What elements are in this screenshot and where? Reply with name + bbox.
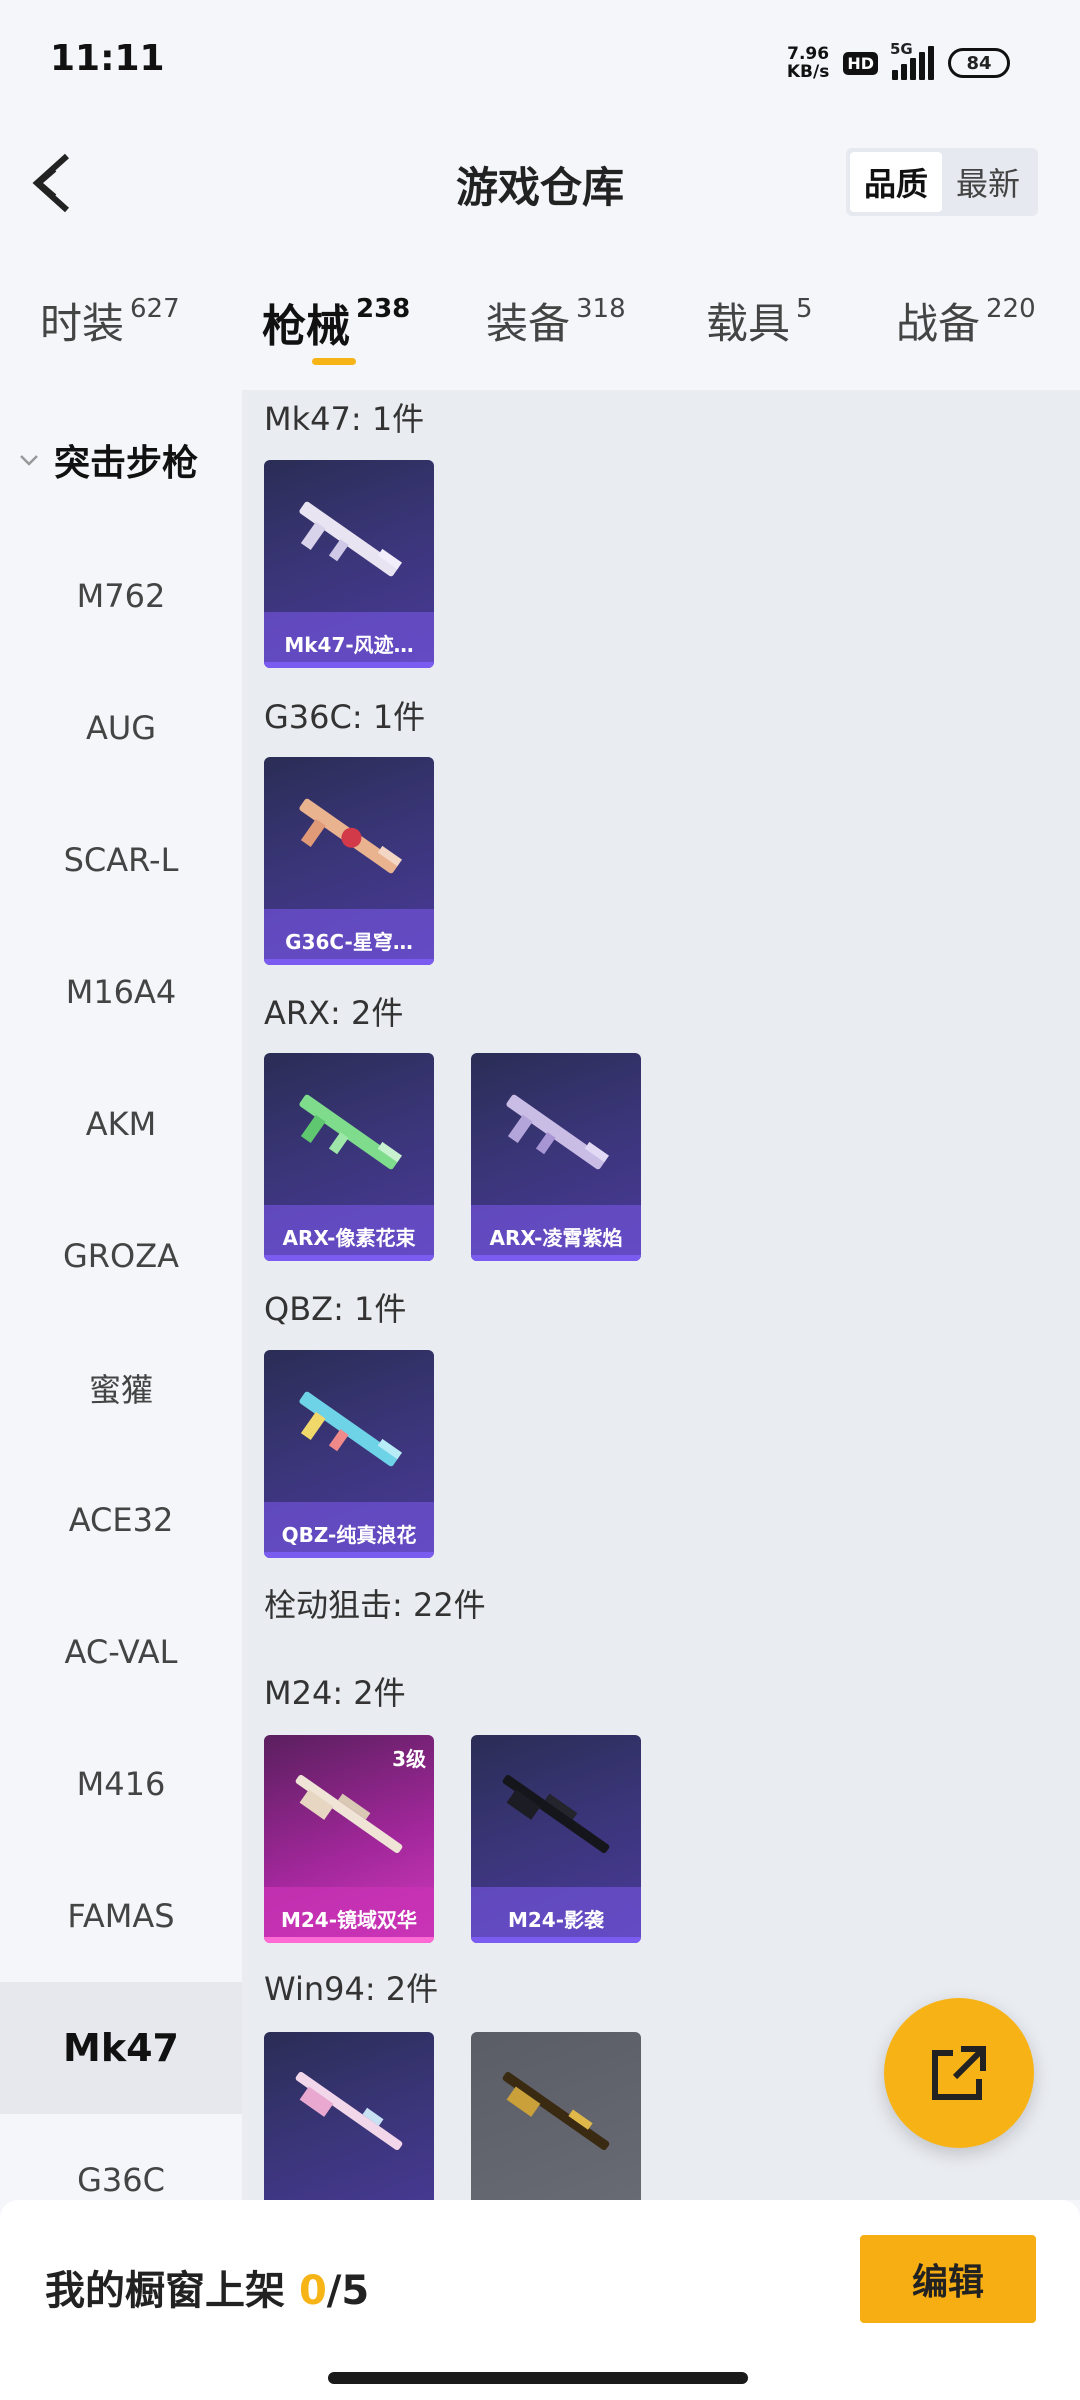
sidebar-group-label: 突击步枪 [54,443,199,484]
active-tab-indicator [312,358,356,365]
tab-count: 238 [356,294,411,324]
showcase-total: /5 [326,2268,370,2314]
weapon-type-sidebar: 突击步枪 M762 AUG SCAR-L M16A4 AKM GROZA 蜜獾 … [0,390,242,2200]
header: 游戏仓库 品质 最新 [0,130,1080,230]
weapon-skin-list: Mk47: 1件 Mk47-风迹… G36C: 1件 G36C-星穹… ARX:… [242,390,1080,2200]
card-name: M24-影袭 [507,1908,605,1932]
sort-latest-button[interactable]: 最新 [942,152,1034,212]
tab-count: 5 [796,294,813,324]
section-title-win94: Win94: 2件 [264,1970,439,2008]
weapon-card[interactable]: ARX-像素花束 [264,1053,434,1261]
sidebar-item-honey-badger[interactable]: 蜜獾 [0,1322,242,1454]
status-time: 11:11 [50,38,165,79]
rifle-icon [299,798,403,874]
sidebar-item-m762[interactable]: M762 [0,530,242,662]
rifle-icon [299,1391,403,1467]
sort-toggle: 品质 最新 [846,148,1038,216]
tab-label: 战备 [896,299,981,348]
tab-label: 枪械 [262,301,350,352]
net-speed-unit: KB/s [786,62,830,82]
sidebar-item-ace32[interactable]: ACE32 [0,1454,242,1586]
section-title-mk47: Mk47: 1件 [264,400,425,438]
weapon-card[interactable]: 3级 M24-镜域双华 [264,1735,434,1943]
edit-button[interactable]: 编辑 [860,2235,1036,2323]
sidebar-item-famas[interactable]: FAMAS [0,1850,242,1982]
weapon-card[interactable]: M24-影袭 [471,1735,641,1943]
sniper-rifle-icon [295,1774,403,1854]
rifle-icon [506,1094,610,1170]
rifle-icon [295,2071,403,2151]
tab-fashion[interactable]: 时装 627 [40,290,180,351]
sidebar-item-akm[interactable]: AKM [0,1058,242,1190]
status-bar: 11:11 7.96 KB/s HD 5G 84 [0,0,1080,120]
sidebar-item-ac-val[interactable]: AC-VAL [0,1586,242,1718]
signal-icon: 5G [890,40,934,80]
tab-equipment[interactable]: 装备 318 [486,290,626,351]
weapon-card[interactable] [471,2032,641,2200]
sidebar-item-m416[interactable]: M416 [0,1718,242,1850]
tab-supplies[interactable]: 战备 220 [896,290,1036,351]
battery-icon: 84 [948,48,1010,78]
weapon-card[interactable] [264,2032,434,2200]
card-name: M24-镜域双华 [280,1908,418,1932]
sidebar-item-g36c[interactable]: G36C [0,2114,242,2200]
chevron-down-icon [20,455,38,466]
tab-label: 装备 [486,299,571,348]
sidebar-group-assault-rifle[interactable]: 突击步枪 [0,390,242,530]
sidebar-item-mk47[interactable]: Mk47 [0,1982,242,2114]
tab-vehicles[interactable]: 载具 5 [706,290,813,351]
network-speed: 7.96 KB/s [787,45,829,81]
sidebar-item-groza[interactable]: GROZA [0,1190,242,1322]
tab-weapons[interactable]: 枪械 238 [262,290,410,354]
sidebar-item-m16a4[interactable]: M16A4 [0,926,242,1058]
rifle-icon [299,501,403,577]
showcase-status: 我的橱窗上架 0/5 [45,2258,369,2316]
share-icon [932,2046,986,2100]
tab-label: 时装 [40,299,125,348]
section-title-bolt-action: 栓动狙击: 22件 [264,1586,486,1624]
category-tabs: 时装 627 枪械 238 装备 318 载具 5 战备 220 [0,280,1080,380]
share-button[interactable] [884,1998,1034,2148]
bottom-bar: 我的橱窗上架 0/5 编辑 [0,2200,1080,2400]
card-name: G36C-星穹… [285,930,413,954]
hd-icon: HD [843,51,878,75]
tab-count: 627 [130,294,180,324]
section-title-arx: ARX: 2件 [264,994,404,1032]
tab-count: 318 [576,294,626,324]
showcase-current-count: 0 [298,2268,327,2314]
status-icons: 7.96 KB/s HD 5G 84 [787,38,1010,88]
sniper-rifle-icon [502,1774,610,1854]
rifle-icon [299,1094,403,1170]
weapon-card[interactable]: ARX-凌霄紫焰 [471,1053,641,1261]
home-indicator[interactable] [328,2372,748,2384]
card-name: Mk47-风迹… [284,633,414,657]
weapon-card[interactable]: Mk47-风迹… [264,460,434,668]
showcase-label: 我的橱窗上架 [45,2268,285,2314]
tab-count: 220 [986,294,1036,324]
weapon-card[interactable]: QBZ-纯真浪花 [264,1350,434,1558]
weapon-card[interactable]: G36C-星穹… [264,757,434,965]
rifle-icon [502,2071,610,2151]
sort-quality-button[interactable]: 品质 [850,152,942,212]
sidebar-item-scar-l[interactable]: SCAR-L [0,794,242,926]
net-speed-value: 7.96 [787,44,830,64]
tab-label: 载具 [706,299,791,348]
card-name: ARX-像素花束 [282,1226,416,1250]
section-title-m24: M24: 2件 [264,1674,406,1712]
section-title-g36c: G36C: 1件 [264,698,426,736]
battery-level: 84 [966,52,992,74]
card-name: ARX-凌霄紫焰 [489,1226,623,1250]
card-name: QBZ-纯真浪花 [281,1523,417,1547]
section-title-qbz: QBZ: 1件 [264,1290,407,1328]
sidebar-item-aug[interactable]: AUG [0,662,242,794]
network-type: 5G [890,40,913,58]
